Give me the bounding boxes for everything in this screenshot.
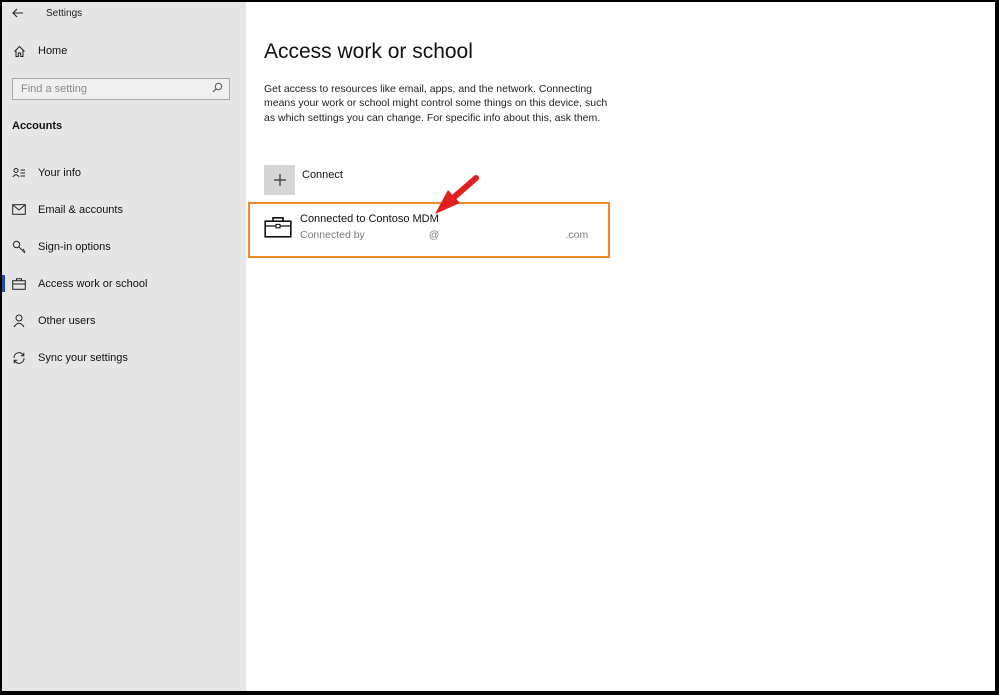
account-subtitle: Connected by @ .com bbox=[300, 228, 588, 242]
connect-button[interactable]: Connect bbox=[264, 165, 343, 195]
key-icon bbox=[12, 240, 26, 254]
account-subtitle-suffix: .com bbox=[565, 229, 589, 241]
search-icon[interactable] bbox=[212, 82, 223, 96]
search-input[interactable]: Find a setting bbox=[12, 78, 230, 100]
title-bar: Settings bbox=[2, 2, 246, 24]
home-icon bbox=[12, 44, 26, 58]
account-subtitle-at: @ bbox=[428, 229, 440, 241]
app-title: Settings bbox=[46, 7, 83, 19]
sidebar-item-label: Email & accounts bbox=[38, 203, 123, 216]
page-title: Access work or school bbox=[264, 40, 473, 63]
settings-window: Settings Home Find a setting Accounts Yo… bbox=[2, 2, 995, 691]
sidebar-item-email-accounts[interactable]: Email & accounts bbox=[2, 191, 246, 228]
sync-icon bbox=[12, 351, 26, 365]
sidebar-item-your-info[interactable]: Your info bbox=[2, 154, 246, 191]
sidebar-item-other-users[interactable]: Other users bbox=[2, 302, 246, 339]
annotation-arrow-icon bbox=[435, 175, 479, 214]
sidebar-item-access-work-or-school[interactable]: Access work or school bbox=[2, 265, 246, 302]
home-nav[interactable]: Home bbox=[12, 44, 67, 58]
briefcase-icon bbox=[12, 277, 26, 291]
sidebar-item-sign-in-options[interactable]: Sign-in options bbox=[2, 228, 246, 265]
person-icon bbox=[12, 314, 26, 328]
page-description: Get access to resources like email, apps… bbox=[264, 83, 608, 124]
plus-icon bbox=[264, 165, 295, 195]
briefcase-icon bbox=[264, 216, 292, 238]
account-subtitle-prefix: Connected by bbox=[300, 229, 365, 241]
sidebar-item-sync-settings[interactable]: Sync your settings bbox=[2, 339, 246, 376]
accounts-nav: Your info Email & accounts Sign-in optio… bbox=[2, 154, 246, 376]
sidebar-item-label: Your info bbox=[38, 166, 82, 179]
redacted-domain bbox=[439, 228, 565, 242]
contact-card-icon bbox=[12, 166, 26, 180]
search-placeholder: Find a setting bbox=[21, 83, 88, 95]
connect-label: Connect bbox=[302, 169, 343, 181]
sidebar-item-label: Sign-in options bbox=[38, 240, 111, 253]
section-label-accounts: Accounts bbox=[12, 120, 63, 132]
redacted-username bbox=[365, 228, 429, 242]
mail-icon bbox=[12, 203, 26, 217]
sidebar-item-label: Other users bbox=[38, 314, 96, 327]
sidebar-item-label: Sync your settings bbox=[38, 351, 128, 364]
sidebar: Settings Home Find a setting Accounts Yo… bbox=[2, 2, 246, 691]
sidebar-item-label: Access work or school bbox=[38, 277, 148, 290]
back-arrow-icon[interactable] bbox=[8, 3, 28, 23]
home-label: Home bbox=[38, 45, 68, 57]
